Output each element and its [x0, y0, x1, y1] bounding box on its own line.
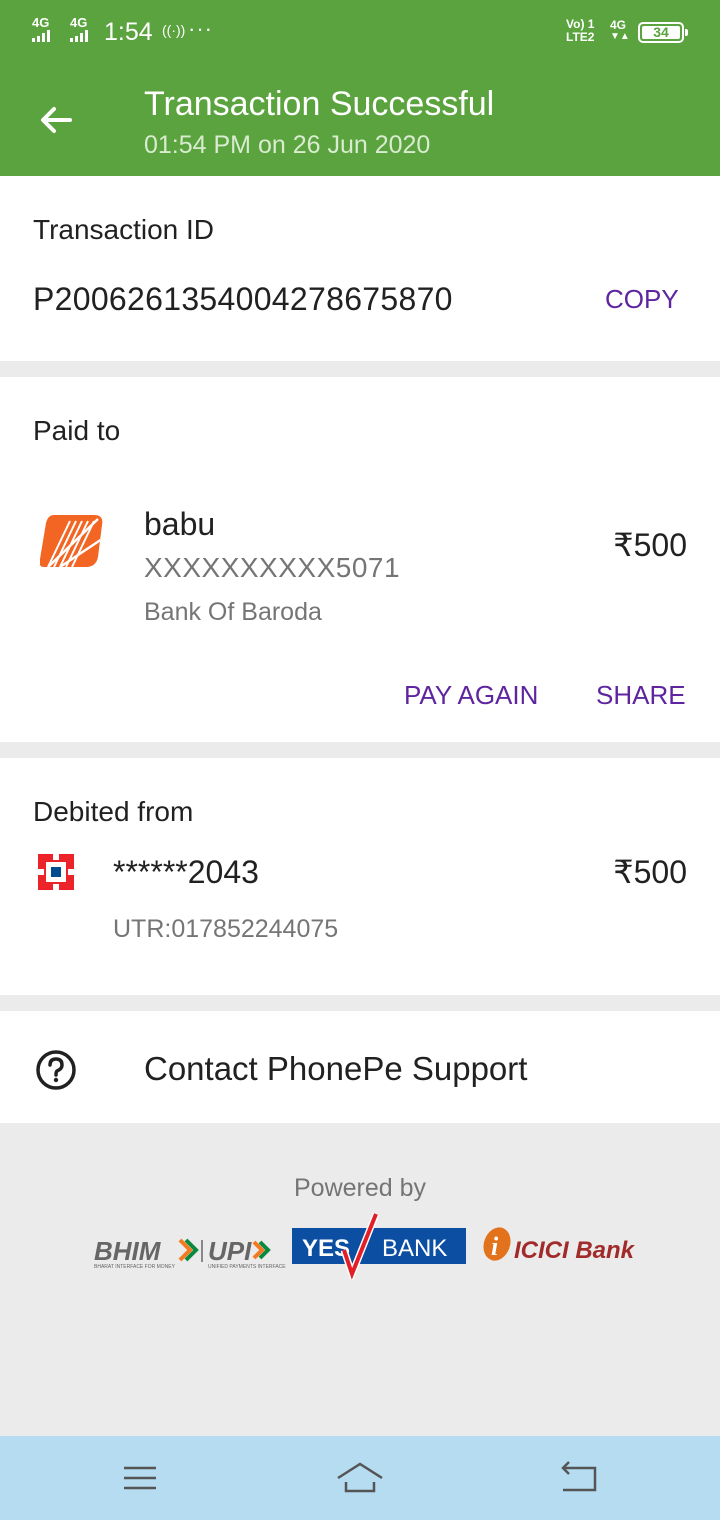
hotspot-icon: ((·)) — [162, 22, 186, 38]
mobile-data-indicator: 4G ▼▲ — [610, 18, 630, 42]
mobile-data-label: 4G — [610, 18, 627, 32]
sim2-signal-icon — [70, 30, 88, 42]
sim2-network-label: 4G — [70, 15, 88, 30]
battery-level: 34 — [653, 24, 669, 40]
hamburger-icon[interactable] — [115, 1458, 165, 1498]
partner-logos: BHIM UPI BHARAT INTERFACE FOR MONEY UNIF… — [94, 1212, 636, 1280]
hdfc-bank-icon — [38, 854, 74, 890]
arrow-left-icon[interactable] — [36, 100, 76, 140]
more-notifications-icon: ··· — [188, 16, 213, 41]
transaction-id-card: Transaction ID P2006261354004278675870 C… — [0, 176, 720, 361]
status-time: 1:54 — [104, 18, 153, 46]
sim1-network-label: 4G — [32, 15, 50, 30]
pay-again-button[interactable]: PAY AGAIN — [404, 679, 538, 711]
support-card[interactable]: Contact PhonePe Support — [0, 1011, 720, 1123]
payee-account-number: XXXXXXXXXX5071 — [144, 552, 401, 583]
upi-wordmark: UPI — [208, 1236, 252, 1266]
bank-wordmark: BANK — [382, 1235, 447, 1262]
app-header: Transaction Successful 01:54 PM on 26 Ju… — [0, 64, 720, 176]
debited-amount: ₹500 — [613, 854, 687, 890]
utr-number: UTR:017852244075 — [113, 915, 339, 943]
yes-bank-logo: YES BANK — [292, 1212, 466, 1280]
volte-indicator: Vo) 1 LTE2 — [566, 18, 594, 44]
upi-tagline: UNIFIED PAYMENTS INTERFACE — [208, 1264, 286, 1270]
battery-icon: 34 — [638, 22, 688, 43]
transaction-datetime: 01:54 PM on 26 Jun 2020 — [144, 131, 431, 159]
bhim-wordmark: BHIM — [94, 1236, 162, 1266]
transaction-id-value: P2006261354004278675870 — [33, 281, 453, 317]
bank-of-baroda-logo — [40, 515, 103, 567]
bhim-tagline: BHARAT INTERFACE FOR MONEY — [94, 1264, 176, 1270]
yes-wordmark: YES — [302, 1235, 350, 1262]
back-icon[interactable] — [555, 1458, 605, 1498]
page-title: Transaction Successful — [144, 85, 495, 123]
transaction-id-label: Transaction ID — [33, 214, 215, 245]
bhim-upi-logo: BHIM UPI BHARAT INTERFACE FOR MONEY UNIF… — [94, 1236, 286, 1270]
payee-name: babu — [144, 506, 216, 542]
paid-to-label: Paid to — [33, 415, 121, 446]
paid-to-card: Paid to babu XXXXXXXXXX5071 Bank Of Baro… — [0, 377, 720, 742]
share-button[interactable]: SHARE — [596, 679, 686, 711]
debited-from-label: Debited from — [33, 796, 194, 827]
copy-button[interactable]: COPY — [605, 283, 679, 315]
status-bar: 4G 4G 1:54 ((·)) ··· Vo) 1 LTE2 4G ▼▲ 34 — [0, 0, 720, 64]
system-nav-bar — [0, 1436, 720, 1520]
powered-by-label: Powered by — [293, 1174, 427, 1202]
paid-amount: ₹500 — [613, 527, 687, 563]
volte-bottom-label: LTE2 — [566, 30, 595, 44]
question-circle-icon — [36, 1050, 76, 1090]
home-icon[interactable] — [335, 1458, 385, 1498]
debited-from-card: Debited from ******2043 ₹500 UTR:0178522… — [0, 758, 720, 995]
icici-wordmark: ICICI Bank — [514, 1237, 636, 1264]
sim1-signal-icon — [32, 30, 50, 42]
contact-support-link[interactable]: Contact PhonePe Support — [144, 1049, 527, 1089]
icici-bank-logo: i ICICI Bank — [483, 1227, 636, 1264]
debit-account-number: ******2043 — [113, 854, 259, 890]
svg-text:i: i — [491, 1232, 499, 1261]
payee-bank-name: Bank Of Baroda — [144, 598, 322, 626]
